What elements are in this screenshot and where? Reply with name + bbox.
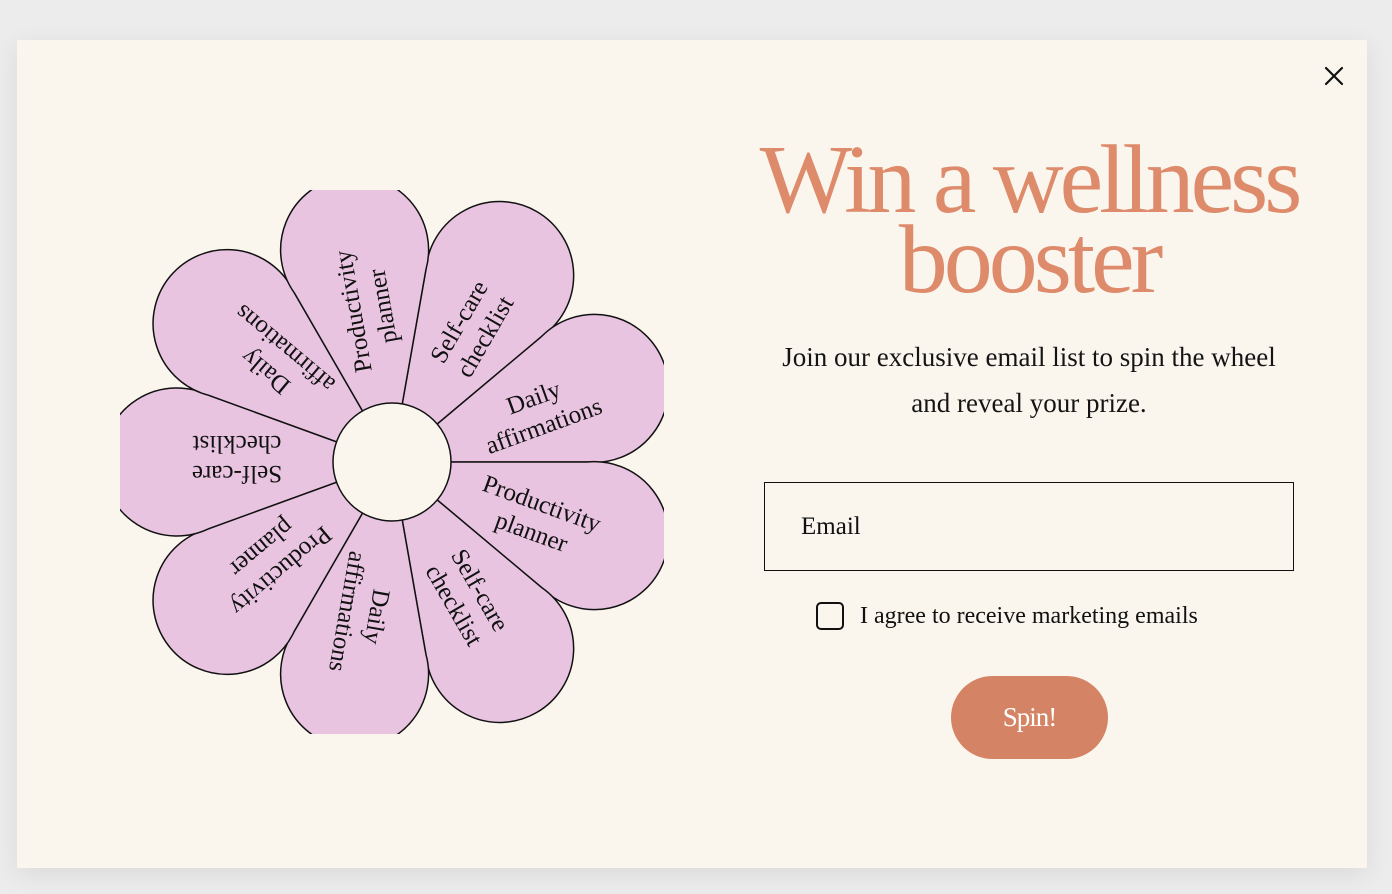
consent-label: I agree to receive marketing emails [860, 602, 1198, 629]
spin-button[interactable]: Spin! [951, 676, 1108, 759]
consent-checkbox-row[interactable]: I agree to receive marketing emails [816, 600, 1198, 632]
subtitle: Join our exclusive email list to spin th… [782, 342, 1276, 418]
page-title: Win a wellness booster [759, 131, 1303, 309]
popup-modal: Self-carechecklist Dailyaffirmations Produ… [17, 40, 1367, 868]
wheel-center [332, 402, 452, 522]
title-line-2: booster [898, 206, 1163, 314]
consent-checkbox[interactable] [816, 602, 844, 630]
email-field[interactable] [764, 482, 1294, 571]
close-icon[interactable] [1320, 62, 1348, 90]
prize-wheel[interactable]: Self-carechecklistDailyaffirmationsProdu… [120, 190, 664, 734]
